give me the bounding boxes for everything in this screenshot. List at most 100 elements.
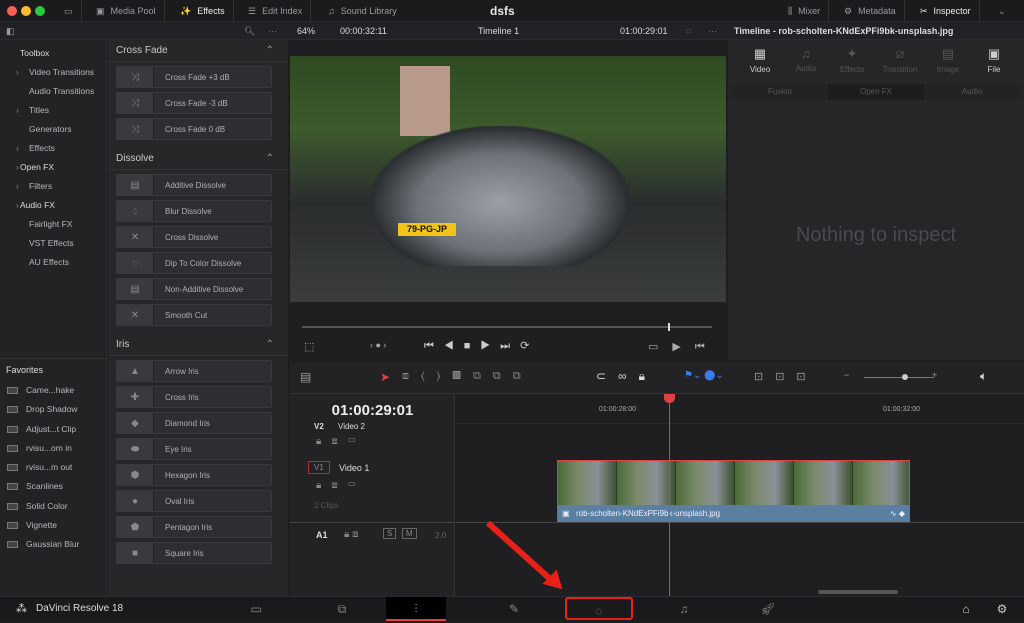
toolbox-item[interactable]: Generators [0, 120, 106, 139]
jog-control[interactable]: ‹ ● › [370, 340, 386, 350]
toolbox-item[interactable]: Titles [0, 101, 106, 120]
collapse-icon[interactable]: ⌃ [266, 334, 274, 356]
favorite-item[interactable]: Solid Color [0, 497, 107, 516]
viewer-scrubber[interactable] [302, 323, 712, 331]
effects-button[interactable]: ✨ Effects [172, 0, 234, 22]
section-dissolve[interactable]: Dissolve ⌃ [108, 148, 288, 170]
cut-page-icon[interactable]: ⧉ [312, 597, 372, 621]
sound-library-button[interactable]: ♫ Sound Library [320, 0, 405, 22]
media-page-icon[interactable]: ▭ [226, 597, 286, 621]
toolbox-item[interactable]: AU Effects [0, 253, 106, 272]
tab-transition[interactable]: ⧄ Transition [876, 46, 924, 74]
zoom-tools[interactable]: ⊡⊡⊡ [754, 370, 818, 383]
subtab-audio[interactable]: Audio [924, 84, 1020, 100]
expand-icon[interactable]: ⌄ [990, 0, 1014, 22]
edit-tools[interactable]: ⧈⟨⟩▦⧉⧉⧉ [402, 370, 533, 383]
close-window-button[interactable] [7, 6, 17, 16]
toolbox-item[interactable]: Fairlight FX [0, 215, 106, 234]
effect-item[interactable]: ▤ Additive Dissolve [116, 174, 272, 196]
toolbox-item[interactable]: Audio Transitions [0, 82, 106, 101]
effect-item[interactable]: ✕ Cross Dissolve [116, 226, 272, 248]
effect-item[interactable]: ⬢ Hexagon Iris [116, 464, 272, 486]
toolbox-item[interactable]: VST Effects [0, 234, 106, 253]
effect-item[interactable]: ▲ Arrow Iris [116, 360, 272, 382]
favorite-item[interactable]: Gaussian Blur [0, 535, 107, 554]
toolbox-item[interactable]: Audio FX [0, 196, 106, 215]
tab-video[interactable]: ▦ Video [736, 46, 784, 74]
mute-button[interactable]: M [402, 528, 417, 539]
subtab-fusion[interactable]: Fusion [732, 84, 828, 100]
toolbox-item[interactable]: Filters [0, 177, 106, 196]
effect-item[interactable]: ⤨ Cross Fade 0 dB [116, 118, 272, 140]
subtab-openfx[interactable]: Open FX [828, 84, 924, 100]
viewer-nav-icons[interactable]: ▭▶⏮ [648, 340, 719, 354]
track-a1-lock-icon[interactable]: 🔒︎ ⧈ [344, 529, 358, 540]
zoom-in-icon[interactable]: + [932, 370, 937, 380]
track-v1-controls[interactable]: 🔒︎⧈▭ [316, 480, 366, 491]
settings-gear-icon[interactable]: ⚙ [972, 597, 1024, 621]
effect-item[interactable]: 💧︎ Blur Dissolve [116, 200, 272, 222]
timeline-clip[interactable]: ▣ rob-scholten-KNdExPFi9bk-unsplash.jpg ∿ … [557, 460, 910, 523]
effect-item[interactable]: ⤨ Cross Fade +3 dB [116, 66, 272, 88]
volume-icon[interactable]: 🔈︎ [980, 369, 987, 384]
tab-audio[interactable]: ♫ Audio [782, 46, 830, 73]
deliver-page-icon[interactable]: 🚀︎ [738, 597, 798, 621]
tab-image[interactable]: ▤ Image [924, 46, 972, 74]
tab-file[interactable]: ▣ File [970, 46, 1018, 74]
zoom-level[interactable]: 64% [297, 22, 315, 40]
more-icon[interactable]: ··· [708, 22, 717, 40]
favorite-item[interactable]: Vignette [0, 516, 107, 535]
favorite-item[interactable]: Scanlines [0, 477, 107, 496]
minimize-window-button[interactable] [21, 6, 31, 16]
media-pool-button[interactable]: ▣ Media Pool [88, 0, 165, 22]
effect-item[interactable]: ⤨ Cross Fade -3 dB [116, 92, 272, 114]
effect-item[interactable]: ● Oval Iris [116, 490, 272, 512]
maximize-window-button[interactable] [35, 6, 45, 16]
solo-button[interactable]: S [383, 528, 397, 539]
viewer-crop-icon[interactable]: ⬚ [304, 340, 314, 353]
display-icon[interactable]: ▭ [56, 0, 82, 22]
timeline-ruler[interactable] [456, 394, 1024, 424]
selection-tool-icon[interactable]: ➤ [380, 370, 390, 384]
toolbox-item[interactable]: Open FX [0, 158, 106, 177]
favorite-item[interactable]: Drop Shadow [0, 400, 107, 419]
tab-effects[interactable]: ✦ Effects [828, 46, 876, 74]
more-icon[interactable]: ··· [268, 22, 277, 40]
effect-item[interactable]: ✕ Smooth Cut [116, 304, 272, 326]
layout-icon[interactable]: ▤ [300, 370, 311, 384]
effect-item[interactable]: ✚ Cross Iris [116, 386, 272, 408]
toolbox-header[interactable]: Toolbox [0, 44, 106, 63]
playhead[interactable] [664, 394, 675, 596]
search-icon[interactable]: 🔍︎ [244, 22, 255, 40]
color-page-icon[interactable]: ◌ [565, 597, 633, 620]
effect-item[interactable]: ◆ Diamond Iris [116, 412, 272, 434]
toolbox-item[interactable]: Video Transitions [0, 63, 106, 82]
flag-icon[interactable]: ⚑⌄ ⬤⌄ [684, 370, 724, 381]
mixer-button[interactable]: ⫼ Mixer [780, 0, 830, 22]
effect-item[interactable]: ■ Square Iris [116, 542, 272, 564]
keyframe-icon[interactable]: ∿ ◆ [890, 505, 905, 522]
section-iris[interactable]: Iris ⌃ [108, 334, 288, 356]
metadata-button[interactable]: ⚙ Metadata [836, 0, 905, 22]
favorite-item[interactable]: Adjust...t Clip [0, 420, 107, 439]
color-icon[interactable]: ◌ [686, 22, 691, 40]
section-cross-fade[interactable]: Cross Fade ⌃ [108, 40, 288, 62]
effect-item[interactable]: ⬬ Eye Iris [116, 438, 272, 460]
favorite-item[interactable]: rvisu...om in [0, 439, 107, 458]
zoom-slider[interactable] [864, 374, 934, 380]
inspector-button[interactable]: ✂ Inspector [912, 0, 980, 22]
timeline-scrollbar[interactable] [818, 590, 898, 594]
zoom-out-icon[interactable]: − [844, 370, 849, 380]
collapse-icon[interactable]: ⌃ [266, 148, 274, 170]
fusion-page-icon[interactable]: ✎ [484, 597, 544, 621]
transport-controls[interactable]: ⏮◀■▶⏭⟳ [424, 339, 539, 353]
favorite-item[interactable]: rvisu...m out [0, 458, 107, 477]
collapse-icon[interactable]: ⌃ [266, 40, 274, 62]
effect-item[interactable]: ◌ Dip To Color Dissolve [116, 252, 272, 274]
edit-page-icon[interactable]: ⫶ [386, 597, 446, 621]
edit-index-button[interactable]: ☰ Edit Index [240, 0, 312, 22]
fairlight-page-icon[interactable]: ♫ [654, 597, 714, 621]
effect-item[interactable]: ⬟ Pentagon Iris [116, 516, 272, 538]
sidebar-toggle-icon[interactable]: ◧ [6, 22, 15, 40]
favorite-item[interactable]: Came...hake [0, 381, 107, 400]
